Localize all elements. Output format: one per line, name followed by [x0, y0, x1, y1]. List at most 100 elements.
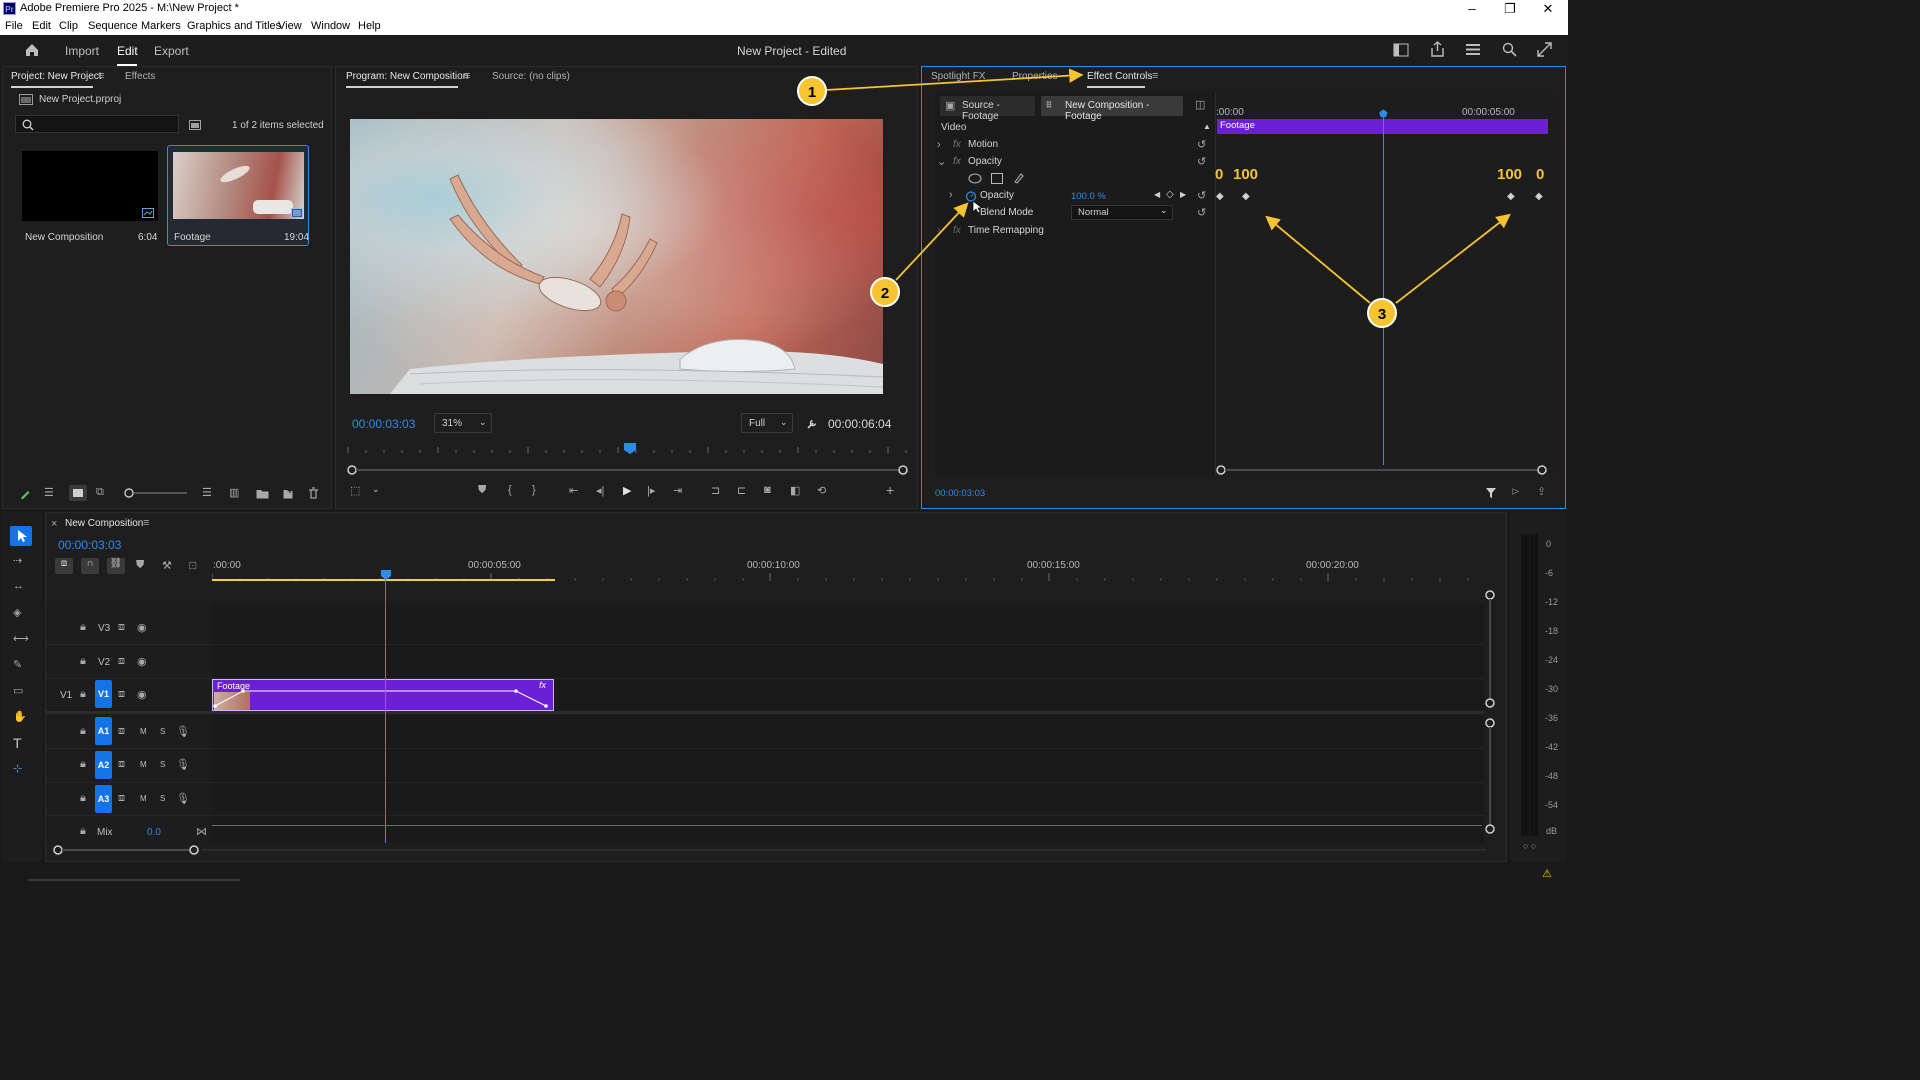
mix-value[interactable]: 0.0: [147, 827, 161, 838]
menu-sequence[interactable]: Sequence: [88, 20, 138, 32]
solo-meter-buttons[interactable]: ○ ○: [1523, 841, 1536, 851]
list-view-icon[interactable]: ☰: [44, 486, 54, 499]
rectangle-tool-icon[interactable]: ▭: [13, 684, 23, 697]
menu-help[interactable]: Help: [358, 20, 381, 32]
sync-lock-icon[interactable]: ⧈: [118, 655, 125, 668]
tl-ruler-ticks[interactable]: [212, 571, 1472, 583]
microphone-icon[interactable]: 🎙︎: [176, 725, 190, 738]
track-v1-button[interactable]: V1: [95, 680, 112, 708]
microphone-icon[interactable]: 🎙︎: [176, 792, 190, 805]
mute-button[interactable]: M: [140, 794, 147, 803]
nav-edit[interactable]: Edit: [117, 44, 138, 58]
blend-mode-select[interactable]: Normal ⌄: [1071, 205, 1173, 220]
pen-mask-icon[interactable]: [1013, 172, 1025, 184]
tab-properties[interactable]: Properties: [1012, 71, 1058, 82]
track-select-forward-tool-icon[interactable]: ⇢: [13, 554, 22, 567]
expand-motion-icon[interactable]: ›: [937, 139, 941, 151]
wrench-icon[interactable]: [806, 418, 818, 430]
item-name-new-composition[interactable]: New Composition: [25, 232, 103, 243]
audio-vertical-scroll[interactable]: [1484, 717, 1496, 841]
tab-project[interactable]: Project: New Project: [11, 71, 102, 82]
slip-tool-icon[interactable]: ⟷: [13, 632, 29, 645]
mute-button[interactable]: M: [140, 760, 147, 769]
timeline-tab-title[interactable]: New Composition: [65, 518, 143, 529]
timeline-tab-menu-icon[interactable]: ≡: [143, 517, 149, 529]
eye-icon[interactable]: ◉: [137, 688, 147, 701]
chevron-down-icon[interactable]: ⌄: [372, 484, 380, 495]
microphone-icon[interactable]: 🎙︎: [176, 758, 190, 771]
work-area-bar[interactable]: [212, 579, 555, 581]
mark-out-icon[interactable]: }: [532, 484, 536, 496]
add-marker-icon[interactable]: ⛊: [478, 484, 486, 497]
extract-icon[interactable]: ⊏: [737, 484, 746, 497]
effect-opacity[interactable]: Opacity: [968, 156, 1002, 167]
add-marker-icon[interactable]: ⛊: [136, 559, 144, 572]
selection-tool[interactable]: [10, 526, 32, 546]
tab-effect-controls[interactable]: Effect Controls: [1087, 71, 1152, 82]
project-tab-menu-icon[interactable]: ≡: [98, 70, 104, 82]
solo-button[interactable]: S: [160, 727, 165, 736]
captions-icon[interactable]: ⊡: [188, 559, 197, 572]
fullscreen-icon[interactable]: [1537, 42, 1552, 57]
nav-import[interactable]: Import: [65, 44, 99, 58]
ec-timecode[interactable]: 00:00:03:03: [935, 488, 985, 499]
lock-icon[interactable]: 🔒︎: [80, 621, 86, 634]
program-scroll-bar[interactable]: [346, 463, 911, 477]
menu-graphics-and-titles[interactable]: Graphics and Titles: [187, 20, 281, 32]
zoom-select[interactable]: 31% ⌄: [434, 413, 492, 433]
button-editor-icon[interactable]: +: [886, 482, 894, 498]
filter-icon[interactable]: [1485, 487, 1497, 499]
step-forward-icon[interactable]: |▸: [647, 484, 655, 497]
panels-menu-icon[interactable]: [1465, 43, 1481, 56]
workspace-icon[interactable]: [1393, 43, 1409, 57]
keyframe-graph-area[interactable]: [1215, 92, 1555, 475]
snap-icon[interactable]: ∩: [81, 558, 99, 574]
type-tool-icon[interactable]: T: [13, 735, 22, 751]
close-button[interactable]: ✕: [1530, 0, 1566, 18]
sync-lock-icon[interactable]: ⧈: [118, 621, 125, 634]
keyframe-diamond-2[interactable]: ◆: [1242, 191, 1250, 202]
solo-button[interactable]: S: [160, 794, 165, 803]
project-search-input[interactable]: [15, 115, 179, 133]
lift-icon[interactable]: ⊐: [711, 484, 720, 497]
track-a3-button[interactable]: A3: [95, 785, 112, 813]
timeline-settings-wrench-icon[interactable]: ⚒: [162, 559, 172, 572]
thumbnail-size-slider[interactable]: [123, 487, 189, 499]
mute-button[interactable]: M: [140, 727, 147, 736]
track-a1-button[interactable]: A1: [95, 717, 112, 745]
step-back-icon[interactable]: ◂|: [596, 484, 604, 497]
new-folder-icon[interactable]: [256, 488, 269, 499]
lock-icon[interactable]: 🔒︎: [80, 825, 86, 838]
pencil-icon[interactable]: [19, 488, 31, 500]
sync-lock-icon[interactable]: ⧈: [118, 792, 125, 805]
effect-time-remapping[interactable]: Time Remapping: [968, 225, 1044, 236]
ripple-edit-tool-icon[interactable]: ↔: [13, 580, 24, 592]
ec-scroll-bar[interactable]: [1215, 464, 1550, 476]
sort-icon[interactable]: ☰: [202, 486, 212, 499]
nav-export[interactable]: Export: [154, 44, 189, 58]
rectangle-mask-icon[interactable]: [991, 173, 1003, 184]
lock-icon[interactable]: 🔒︎: [80, 758, 86, 771]
playhead-icon[interactable]: [624, 443, 636, 454]
program-timecode[interactable]: 00:00:03:03: [352, 417, 415, 431]
composition-footage-button[interactable]: ⩩ New Composition - Footage: [1041, 96, 1183, 122]
expand-opacity-graph-icon[interactable]: ›: [949, 189, 953, 201]
track-a2-button[interactable]: A2: [95, 751, 112, 779]
play-icon[interactable]: ▶: [623, 484, 631, 497]
tab-effects[interactable]: Effects: [125, 71, 155, 82]
track-area[interactable]: [212, 603, 1484, 843]
quality-select[interactable]: Full ⌄: [741, 413, 793, 433]
proxy-toggle-icon[interactable]: ⟲: [817, 484, 826, 497]
show-timeline-icon[interactable]: ◫: [1195, 98, 1205, 111]
opacity-value[interactable]: 100.0 %: [1071, 191, 1106, 202]
source-footage-button[interactable]: ▣ Source - Footage: [940, 96, 1035, 122]
video-vertical-scroll[interactable]: [1484, 589, 1496, 715]
eye-icon[interactable]: ◉: [137, 655, 147, 668]
linked-selection-icon[interactable]: ⛓: [107, 558, 125, 574]
timeline-clip-footage[interactable]: Footage fx: [212, 679, 554, 711]
program-video-frame[interactable]: [350, 119, 883, 394]
lock-icon[interactable]: 🔒︎: [80, 725, 86, 738]
icon-view-button[interactable]: [69, 485, 87, 501]
opacity-rubber-band[interactable]: [213, 688, 553, 710]
effect-controls-menu-icon[interactable]: ≡: [1152, 70, 1158, 82]
